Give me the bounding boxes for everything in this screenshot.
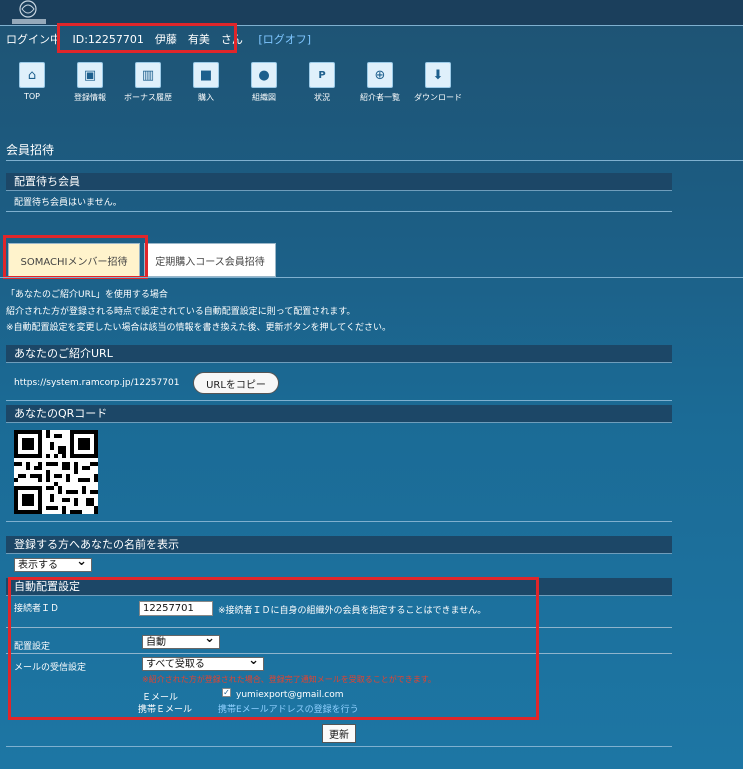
qr-divider xyxy=(6,521,672,522)
url-divider xyxy=(6,400,672,401)
name-display-section-header: 登録する方へあなたの名前を表示 xyxy=(6,536,672,554)
nav-label: 登録情報 xyxy=(74,93,106,102)
nav-referrals[interactable]: ⊕ 紹介者一覧 xyxy=(350,62,410,103)
name-display-select[interactable]: 表示する xyxy=(14,555,92,572)
intro-line-1: 「あなたのご紹介URL」を使用する場合 xyxy=(6,290,168,300)
url-section-header: あなたのご紹介URL xyxy=(6,345,672,363)
somachi-logo xyxy=(8,0,54,26)
main-nav: ⌂ TOP ▣ 登録情報 ▥ ボーナス履歴 ■ 購入 ● 組織図 P 状況 ⊕ … xyxy=(14,62,494,106)
page-title: 会員招待 xyxy=(6,143,55,157)
highlight-active-tab xyxy=(3,235,148,279)
tab-baseline xyxy=(0,277,743,278)
nav-label: ダウンロード xyxy=(414,93,462,102)
logoff-link[interactable]: [ログオフ] xyxy=(258,33,311,46)
pending-section-header: 配置待ち会員 xyxy=(6,173,672,191)
id-card-icon: ▣ xyxy=(77,62,103,88)
nav-registration[interactable]: ▣ 登録情報 xyxy=(60,62,120,103)
nav-download[interactable]: ⬇ ダウンロード xyxy=(408,62,468,103)
person-icon: ● xyxy=(251,62,277,88)
highlight-user-id xyxy=(57,23,237,53)
nav-purchase[interactable]: ■ 購入 xyxy=(176,62,236,103)
home-icon: ⌂ xyxy=(19,62,45,88)
intro-line-2: 紹介された方が登録される時点で設定されている自動配置設定に則って配置されます。 xyxy=(6,307,356,317)
highlight-auto-placement xyxy=(8,577,539,720)
login-label: ログイン中 xyxy=(6,33,61,46)
nav-top[interactable]: ⌂ TOP xyxy=(2,62,62,101)
title-divider xyxy=(6,160,743,161)
nav-label: 紹介者一覧 xyxy=(360,93,400,102)
nav-label: 組織図 xyxy=(252,93,276,102)
nav-status[interactable]: P 状況 xyxy=(292,62,352,103)
globe-icon: ⊕ xyxy=(367,62,393,88)
tab-subscription-member[interactable]: 定期購入コース会員招待 xyxy=(144,243,276,277)
pending-divider xyxy=(6,211,672,212)
nav-label: 購入 xyxy=(198,93,214,102)
footer-divider xyxy=(6,746,672,747)
intro-line-3: ※自動配置設定を変更したい場合は該当の情報を書き換えた後、更新ボタンを押してくだ… xyxy=(6,323,392,333)
nav-label: TOP xyxy=(23,92,40,101)
download-icon: ⬇ xyxy=(425,62,451,88)
nav-bonus-history[interactable]: ▥ ボーナス履歴 xyxy=(118,62,178,103)
parking-icon: P xyxy=(309,62,335,88)
nav-label: 状況 xyxy=(314,93,330,102)
ledger-icon: ▥ xyxy=(135,62,161,88)
copy-url-button[interactable]: URLをコピー xyxy=(193,372,279,394)
qr-section-header: あなたのQRコード xyxy=(6,405,672,423)
nav-label: ボーナス履歴 xyxy=(124,93,172,102)
referral-url: https://system.ramcorp.jp/12257701 xyxy=(14,378,180,388)
qr-code-image xyxy=(14,430,98,514)
pending-message: 配置待ち会員はいません。 xyxy=(14,198,122,208)
update-button[interactable]: 更新 xyxy=(322,724,356,743)
nav-org-chart[interactable]: ● 組織図 xyxy=(234,62,294,103)
briefcase-icon: ■ xyxy=(193,62,219,88)
